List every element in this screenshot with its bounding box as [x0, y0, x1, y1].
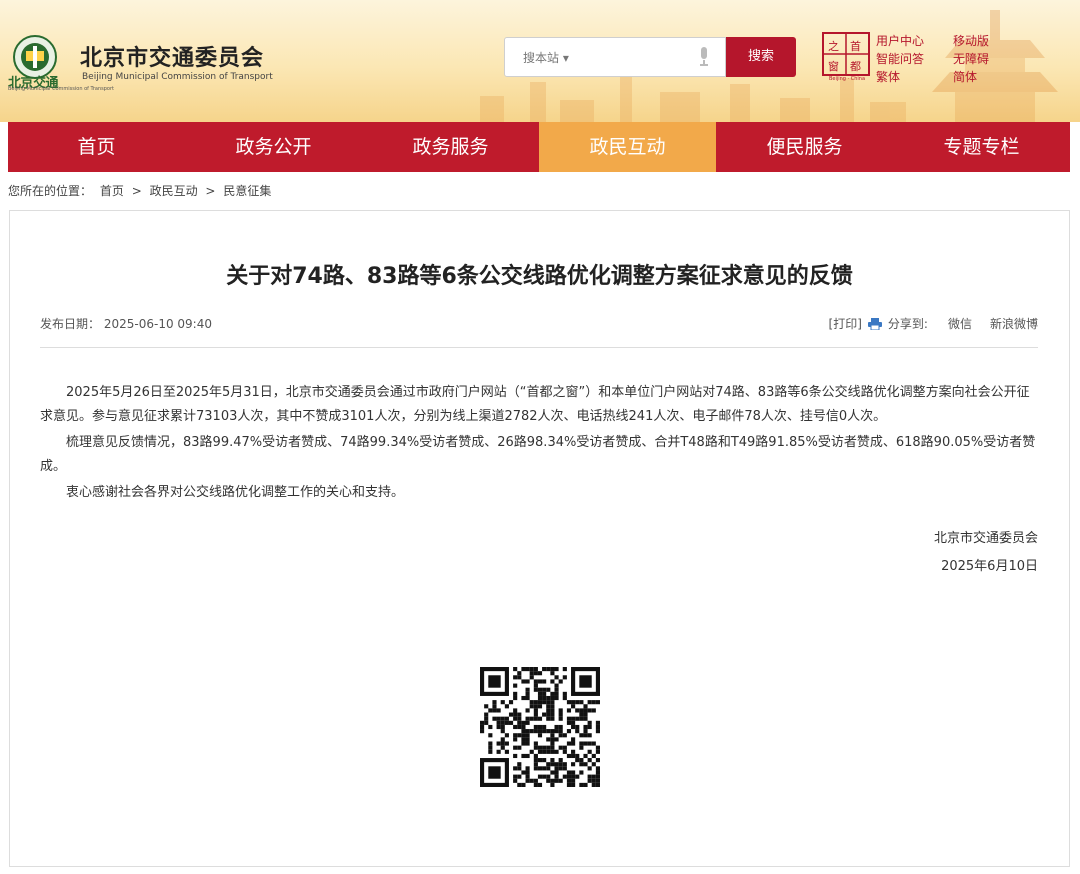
breadcrumb-separator: > [205, 184, 216, 198]
site-header: 北京交通 Beijing Municipal Commission of Tra… [0, 0, 1080, 122]
nav-item-gov-services[interactable]: 政务服务 [362, 122, 539, 172]
traditional-chinese-link[interactable]: 繁体 [876, 68, 900, 85]
user-center-link[interactable]: 用户中心 [876, 32, 924, 49]
site-title-en: Beijing Municipal Commission of Transpor… [82, 72, 273, 82]
article-body: 2025年5月26日至2025年5月31日，北京市交通委员会通过市政府门户网站（… [40, 381, 1038, 507]
accessibility-link[interactable]: 无障碍 [953, 50, 989, 67]
article-paragraph: 梳理意见反馈情况，83路99.47%受访者赞成、74路99.34%受访者赞成、2… [40, 435, 1036, 474]
print-link[interactable]: [打印] [829, 315, 862, 332]
publish-date-label: 发布日期： [40, 317, 101, 331]
simplified-chinese-link[interactable]: 简体 [953, 68, 977, 85]
share-weibo-link[interactable]: 新浪微博 [990, 315, 1038, 332]
breadcrumb: 您所在的位置： 首页 > 政民互动 > 民意征集 [8, 182, 275, 199]
search-button[interactable]: 搜索 [726, 37, 796, 77]
nav-item-home[interactable]: 首页 [8, 122, 185, 172]
publish-date-value: 2025-06-10 09:40 [103, 317, 212, 331]
smart-qa-link[interactable]: 智能问答 [876, 50, 924, 67]
capital-window-tag: Beijing · China [828, 76, 866, 82]
article-paragraph: 衷心感谢社会各界对公交线路优化调整工作的关心和支持。 [66, 485, 405, 500]
article-tools: [打印] 分享到: 微信 新浪微博 [823, 315, 1038, 332]
share-label: 分享到: [887, 317, 928, 331]
temple-decoration [932, 10, 1058, 122]
svg-text:之: 之 [828, 39, 839, 53]
qr-code-icon [480, 667, 600, 787]
nav-item-gov-affairs[interactable]: 政务公开 [185, 122, 362, 172]
nav-item-interaction[interactable]: 政民互动 [539, 122, 716, 172]
site-title[interactable]: 北京市交通委员会 [80, 40, 264, 72]
svg-text:首: 首 [850, 39, 861, 53]
article-sign-date: 2025年6月10日 [941, 559, 1038, 574]
microphone-icon[interactable] [699, 47, 709, 67]
nav-item-convenience[interactable]: 便民服务 [716, 122, 893, 172]
share-wechat-link[interactable]: 微信 [948, 315, 972, 332]
article-paragraph: 2025年5月26日至2025年5月31日，北京市交通委员会通过市政府门户网站（… [40, 385, 1030, 424]
breadcrumb-opinion[interactable]: 民意征集 [223, 184, 271, 198]
publish-date: 发布日期： 2025-06-10 09:40 [40, 315, 212, 332]
article-panel: 关于对74路、83路等6条公交线路优化调整方案征求意见的反馈 发布日期： 202… [9, 210, 1070, 867]
svg-text:都: 都 [850, 60, 861, 73]
breadcrumb-prefix: 您所在的位置： [8, 184, 93, 198]
nav-item-topics[interactable]: 专题专栏 [893, 122, 1070, 172]
breadcrumb-interaction[interactable]: 政民互动 [150, 184, 198, 198]
svg-text:窗: 窗 [828, 59, 839, 73]
main-nav: 首页 政务公开 政务服务 政民互动 便民服务 专题专栏 [8, 122, 1070, 172]
article-title: 关于对74路、83路等6条公交线路优化调整方案征求意见的反馈 [226, 264, 853, 289]
logo-tiny-text: Beijing Municipal Commission of Transpor… [8, 86, 114, 92]
printer-icon[interactable] [867, 317, 882, 330]
search-input[interactable]: 搜本站 ▾ [504, 37, 726, 77]
breadcrumb-home[interactable]: 首页 [100, 184, 124, 198]
breadcrumb-separator: > [131, 184, 142, 198]
search-placeholder: 搜本站 ▾ [523, 51, 569, 65]
article-signature: 北京市交通委员会 [933, 531, 1038, 546]
title-divider [40, 347, 1038, 348]
mobile-version-link[interactable]: 移动版 [953, 32, 989, 49]
